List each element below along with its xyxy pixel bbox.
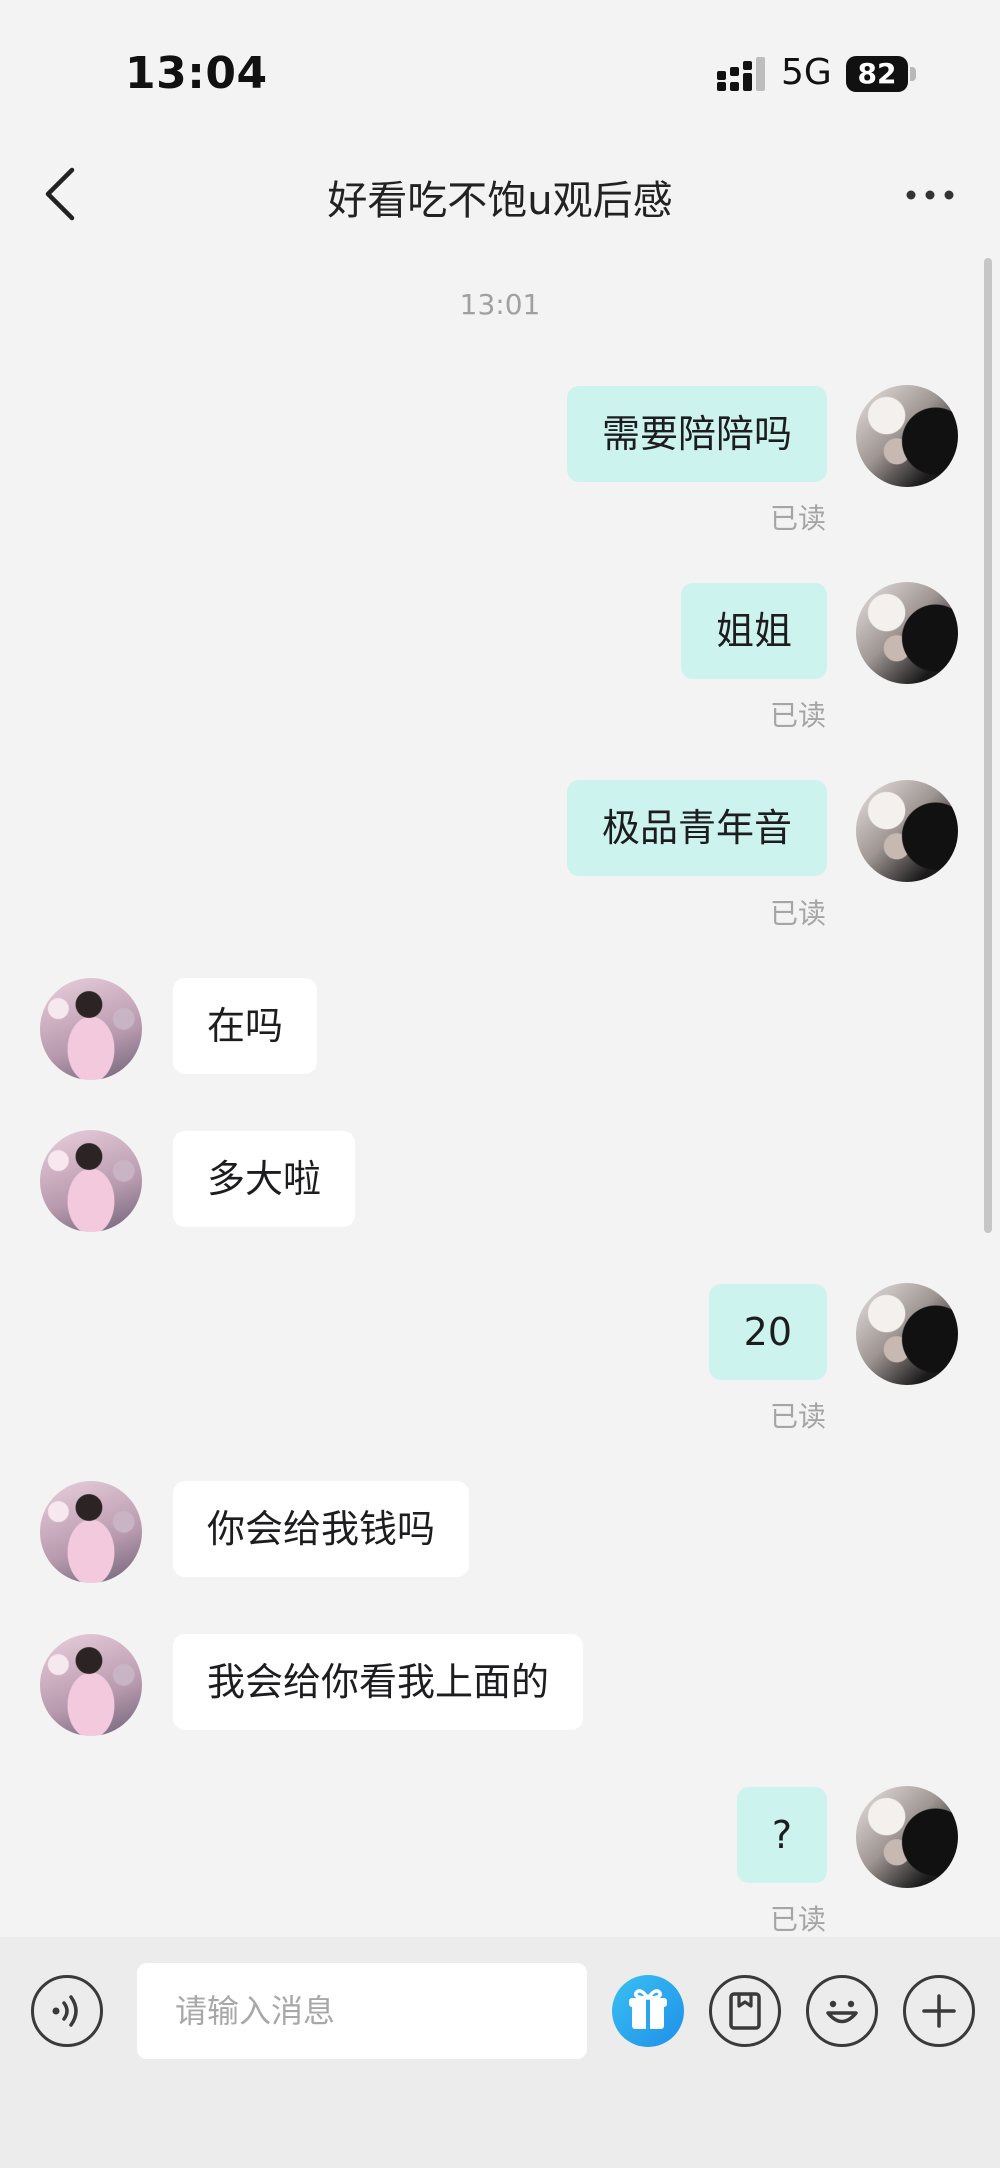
contact-avatar[interactable] (40, 1634, 142, 1736)
status-time: 13:04 (125, 48, 268, 99)
status-bar: 13:04 5G 82 (0, 0, 1000, 130)
read-receipt: 已读 (769, 1400, 826, 1433)
message-timestamp: 13:01 (459, 288, 541, 321)
chat-header: 好看吃不饱u观后感 (0, 140, 1000, 245)
incoming-message-bubble[interactable]: 你会给我钱吗 (173, 1481, 470, 1577)
contact-avatar[interactable] (40, 1481, 142, 1583)
read-receipt: 已读 (769, 897, 826, 930)
back-arrow-icon[interactable] (40, 166, 90, 222)
outgoing-message-bubble[interactable]: 20 (708, 1284, 827, 1380)
more-options-icon[interactable] (905, 180, 955, 210)
sticker-pack-button[interactable] (709, 1975, 781, 2047)
chat-title: 好看吃不饱u观后感 (327, 178, 673, 224)
contact-avatar[interactable] (40, 1130, 142, 1232)
scrollbar[interactable] (984, 258, 992, 1233)
battery-icon: 82 (846, 56, 916, 92)
smiley-icon (826, 2000, 858, 2024)
read-receipt: 已读 (769, 1903, 826, 1936)
outgoing-message-bubble[interactable]: 需要陪陪吗 (566, 386, 827, 482)
battery-level: 82 (857, 57, 897, 90)
gift-icon (629, 1989, 667, 2029)
sticker-box-icon (729, 1992, 761, 2030)
my-avatar[interactable] (856, 780, 958, 882)
gift-button[interactable] (612, 1975, 684, 2047)
plus-icon (922, 1994, 956, 2028)
input-bar (0, 1937, 1000, 2168)
voice-button[interactable] (31, 1975, 103, 2047)
more-actions-button[interactable] (903, 1975, 975, 2047)
my-avatar[interactable] (856, 1786, 958, 1888)
my-avatar[interactable] (856, 1283, 958, 1385)
voice-icon (52, 1995, 78, 2027)
outgoing-message-bubble[interactable]: ? (736, 1787, 827, 1883)
emoji-button[interactable] (806, 1975, 878, 2047)
signal-strength-icon (717, 57, 765, 91)
my-avatar[interactable] (856, 582, 958, 684)
message-input[interactable] (137, 1963, 587, 2059)
outgoing-message-bubble[interactable]: 极品青年音 (566, 780, 827, 876)
incoming-message-bubble[interactable]: 多大啦 (173, 1131, 356, 1227)
read-receipt: 已读 (769, 699, 826, 732)
incoming-message-bubble[interactable]: 在吗 (173, 978, 318, 1074)
network-type: 5G (781, 52, 832, 93)
contact-avatar[interactable] (40, 978, 142, 1080)
incoming-message-bubble[interactable]: 我会给你看我上面的 (173, 1634, 584, 1730)
read-receipt: 已读 (769, 502, 826, 535)
outgoing-message-bubble[interactable]: 姐姐 (680, 583, 827, 679)
my-avatar[interactable] (856, 385, 958, 487)
